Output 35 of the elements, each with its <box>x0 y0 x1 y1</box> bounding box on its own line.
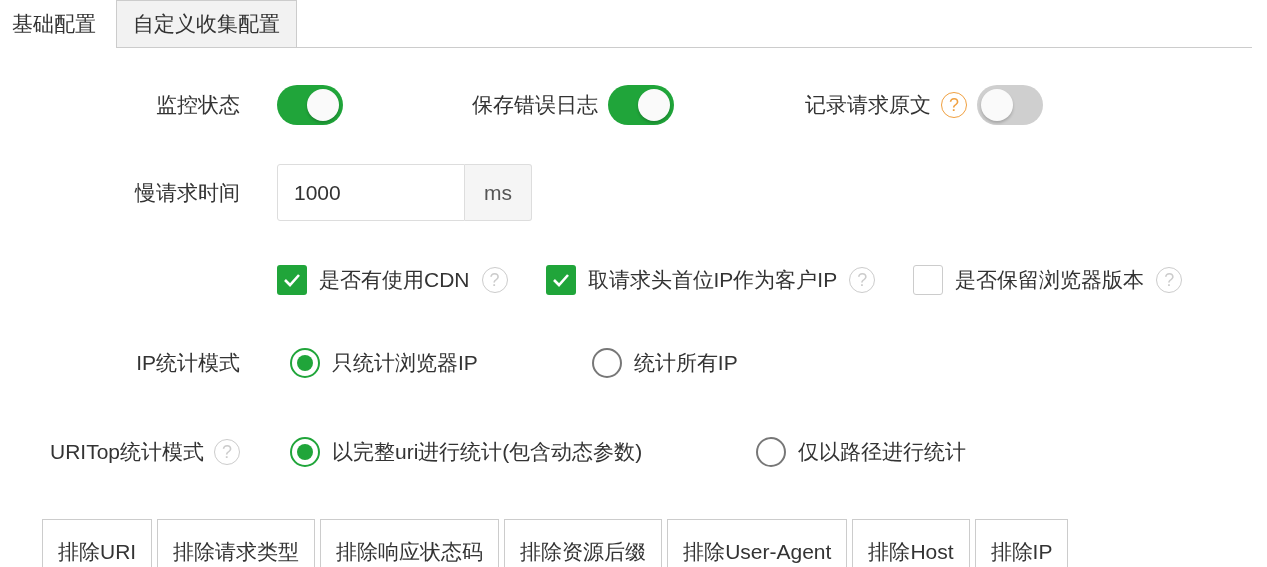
radio-button[interactable] <box>591 348 622 378</box>
field-label: IP统计模式 <box>136 350 240 376</box>
radio-button[interactable] <box>290 437 320 467</box>
field-label: 记录请求原文 <box>805 92 931 118</box>
radio-label[interactable]: 统计所有IP <box>633 349 738 377</box>
tab[interactable]: 排除资源后缀 <box>504 519 663 567</box>
tab[interactable]: 自定义收集配置 <box>116 0 297 48</box>
toggle-switch[interactable] <box>977 85 1043 125</box>
tab[interactable]: 排除请求类型 <box>157 519 316 567</box>
field-label: 保存错误日志 <box>472 92 598 118</box>
unit-addon: ms <box>465 164 532 221</box>
tab[interactable]: 排除IP <box>974 519 1069 567</box>
toggle-switch[interactable] <box>608 85 674 125</box>
field-label: 慢请求时间 <box>135 179 240 206</box>
checkbox[interactable] <box>545 265 576 295</box>
radio-button[interactable] <box>290 348 320 378</box>
toggle-switch[interactable] <box>277 85 343 125</box>
checkbox[interactable] <box>277 265 307 295</box>
field-label: 监控状态 <box>156 92 240 118</box>
tab[interactable]: 排除Host <box>852 519 970 567</box>
radio-label[interactable]: 只统计浏览器IP <box>332 349 478 377</box>
check-icon <box>551 273 570 287</box>
checkbox-label[interactable]: 是否有使用CDN <box>319 266 470 294</box>
radio-label[interactable]: 以完整uri进行统计(包含动态参数) <box>332 438 643 466</box>
tab[interactable]: 排除User-Agent <box>667 519 848 567</box>
field-label: URITop统计模式 <box>49 439 204 465</box>
radio-label[interactable]: 仅以路径进行统计 <box>798 438 967 466</box>
tab[interactable]: 排除响应状态码 <box>320 519 500 567</box>
checkbox[interactable] <box>913 265 944 295</box>
radio-button[interactable] <box>756 437 787 467</box>
checkbox-label[interactable]: 是否保留浏览器版本 <box>955 266 1145 294</box>
check-icon <box>283 273 301 287</box>
tab[interactable]: 排除URI <box>42 519 153 567</box>
checkbox-label[interactable]: 取请求头首位IP作为客户IP <box>587 266 838 294</box>
input-field[interactable]: 1000 <box>277 164 465 221</box>
